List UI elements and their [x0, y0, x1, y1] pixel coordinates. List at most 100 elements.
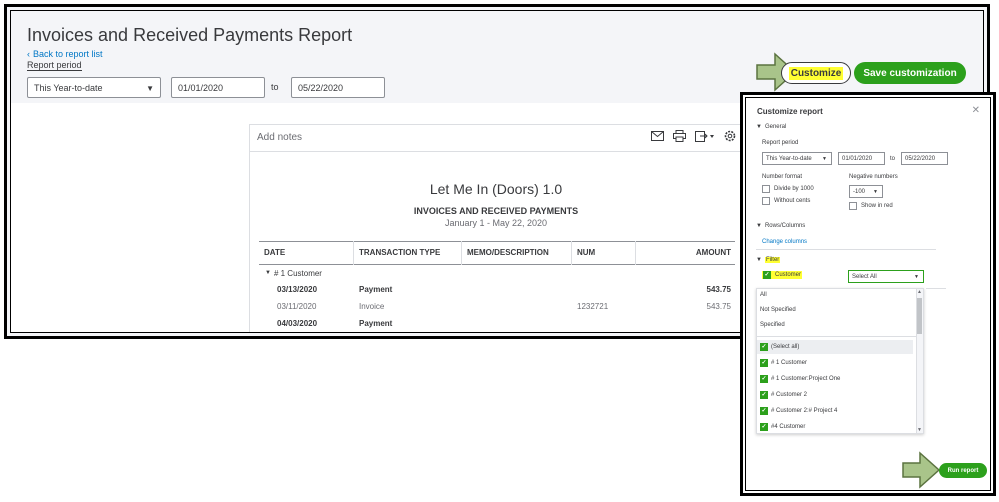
gear-icon[interactable]	[724, 130, 736, 142]
dropdown-item-label: (Select all)	[771, 344, 800, 350]
back-link-label: Back to report list	[33, 49, 103, 59]
report-period-select[interactable]: This Year-to-date ▼	[27, 77, 161, 98]
column-header[interactable]: AMOUNT	[636, 241, 735, 265]
date-to-input[interactable]: 05/22/2020	[291, 77, 385, 98]
cell-num: 1232721	[577, 302, 609, 311]
customize-button[interactable]: Customize	[781, 62, 851, 84]
card-divider	[250, 151, 742, 152]
caret-down-icon: ▼	[756, 257, 762, 263]
panel-date-from-input[interactable]: 01/01/2020	[838, 152, 885, 165]
checkmark-icon: ✓	[760, 375, 768, 383]
table-row[interactable]: 03/13/2020 Payment 543.75	[259, 281, 735, 298]
report-period-value: This Year-to-date	[34, 82, 103, 93]
table-row[interactable]: 04/03/2020 Payment	[259, 315, 735, 332]
email-icon[interactable]	[651, 131, 664, 141]
save-customization-button[interactable]: Save customization	[854, 62, 966, 84]
to-label: to	[271, 82, 279, 92]
dropdown-option[interactable]: All	[760, 292, 767, 298]
chevron-left-icon: ‹	[27, 49, 30, 59]
cell-date: 04/03/2020	[277, 319, 318, 328]
dropdown-item[interactable]: ✓ # Customer 2:# Project 4	[760, 407, 837, 415]
dropdown-option[interactable]: Specified	[760, 322, 785, 328]
show-in-red-checkbox[interactable]: Show in red	[849, 202, 893, 210]
date-to-value: 05/22/2020	[298, 82, 344, 93]
divider	[926, 288, 946, 289]
table-row[interactable]: 03/11/2020 Invoice 1232721 543.75	[259, 298, 735, 315]
report-table: DATE TRANSACTION TYPE MEMO/DESCRIPTION N…	[259, 241, 735, 332]
cell-type: Payment	[359, 319, 393, 328]
panel-period-select[interactable]: This Year-to-date ▼	[762, 152, 832, 165]
report-card: Add notes Let Me In (Doors) 1.0 INVOICES…	[249, 124, 743, 332]
panel-to-label: to	[890, 156, 896, 162]
panel-date-to-input[interactable]: 05/22/2020	[901, 152, 948, 165]
print-icon[interactable]	[673, 130, 686, 142]
column-header[interactable]: NUM	[572, 241, 636, 265]
caret-down-icon: ▼	[914, 274, 919, 280]
panel-period-value: This Year-to-date	[766, 155, 812, 162]
customer-dropdown-list[interactable]: All Not Specified Specified ✓ (Select al…	[756, 288, 924, 434]
cell-date: 03/13/2020	[277, 285, 318, 294]
negative-numbers-label: Negative numbers	[849, 174, 898, 180]
customer-select-value: Select All	[852, 273, 877, 280]
section-filter-label: Filter	[764, 257, 781, 263]
dropdown-scrollbar[interactable]: ▲ ▼	[916, 289, 923, 433]
dropdown-option[interactable]: Not Specified	[760, 307, 796, 313]
customer-highlight: ✓ Customer	[762, 271, 803, 279]
scroll-up-icon[interactable]: ▲	[917, 289, 922, 295]
report-toolbar	[651, 130, 736, 142]
section-general[interactable]: ▼ General	[756, 124, 786, 130]
column-header[interactable]: MEMO/DESCRIPTION	[462, 241, 572, 265]
add-notes-link[interactable]: Add notes	[257, 132, 302, 143]
checkbox-box	[762, 197, 770, 205]
section-filter[interactable]: ▼ Filter	[756, 257, 781, 263]
dropdown-item[interactable]: ✓ # 1 Customer	[760, 359, 807, 367]
dropdown-item-label: # Customer 2	[771, 392, 808, 398]
cell-type: Invoice	[359, 302, 385, 311]
dropdown-item[interactable]: ✓ # 1 Customer:Project One	[760, 375, 840, 383]
checkbox-box	[762, 185, 770, 193]
checkmark-icon: ✓	[760, 423, 768, 431]
checkmark-icon: ✓	[760, 343, 768, 351]
number-format-label: Number format	[762, 174, 803, 180]
scrollbar-thumb[interactable]	[917, 298, 922, 334]
dropdown-item-select-all[interactable]: ✓ (Select all)	[757, 340, 913, 354]
column-header[interactable]: DATE	[259, 241, 354, 265]
customer-filter-checkbox[interactable]: ✓ Customer	[762, 271, 803, 279]
page-title: Invoices and Received Payments Report	[27, 25, 353, 45]
without-cents-checkbox[interactable]: Without cents	[762, 197, 810, 205]
back-to-report-list-link[interactable]: ‹ Back to report list	[27, 49, 103, 59]
cell-amount: 543.75	[706, 285, 731, 294]
dropdown-item-label: #4 Customer	[771, 424, 806, 430]
panel-date-to-value: 05/22/2020	[905, 155, 936, 162]
change-columns-link[interactable]: Change columns	[762, 239, 807, 245]
checkmark-icon: ✓	[760, 407, 768, 415]
customer-filter-label: Customer	[775, 272, 802, 278]
customer-select[interactable]: Select All ▼	[848, 270, 924, 283]
cell-amount: 543.75	[706, 302, 731, 311]
divide-by-1000-checkbox[interactable]: Divide by 1000	[762, 185, 814, 193]
section-rows-columns-label: Rows/Columns	[764, 223, 806, 229]
report-date-range: January 1 - May 22, 2020	[444, 218, 548, 228]
caret-down-icon: ▼	[822, 156, 827, 162]
run-report-button[interactable]: Run report	[939, 463, 987, 478]
caret-down-icon: ▼	[873, 189, 878, 195]
export-icon[interactable]	[695, 130, 715, 142]
customize-report-panel: Customize report ✕ ▼ General Report peri…	[745, 97, 991, 491]
table-header: DATE TRANSACTION TYPE MEMO/DESCRIPTION N…	[259, 241, 735, 265]
scroll-down-icon[interactable]: ▼	[917, 427, 922, 433]
column-header[interactable]: TRANSACTION TYPE	[354, 241, 462, 265]
date-from-input[interactable]: 01/01/2020	[171, 77, 265, 98]
negative-numbers-select[interactable]: -100 ▼	[849, 185, 883, 198]
dropdown-item-label: # 1 Customer:Project One	[771, 376, 841, 382]
section-rows-columns[interactable]: ▼ Rows/Columns	[756, 223, 805, 229]
report-period-label: Report period	[762, 140, 799, 146]
negative-numbers-value: -100	[853, 188, 866, 195]
show-in-red-label: Show in red	[861, 203, 893, 209]
group-label: # 1 Customer	[273, 268, 322, 278]
dropdown-item[interactable]: ✓ #4 Customer	[760, 423, 805, 431]
close-icon[interactable]: ✕	[972, 105, 980, 116]
dropdown-item[interactable]: ✓ # Customer 2	[760, 391, 807, 399]
caret-down-icon: ▼	[756, 223, 762, 229]
group-row[interactable]: ▼ # 1 Customer	[259, 265, 735, 281]
cell-type: Payment	[359, 285, 393, 294]
